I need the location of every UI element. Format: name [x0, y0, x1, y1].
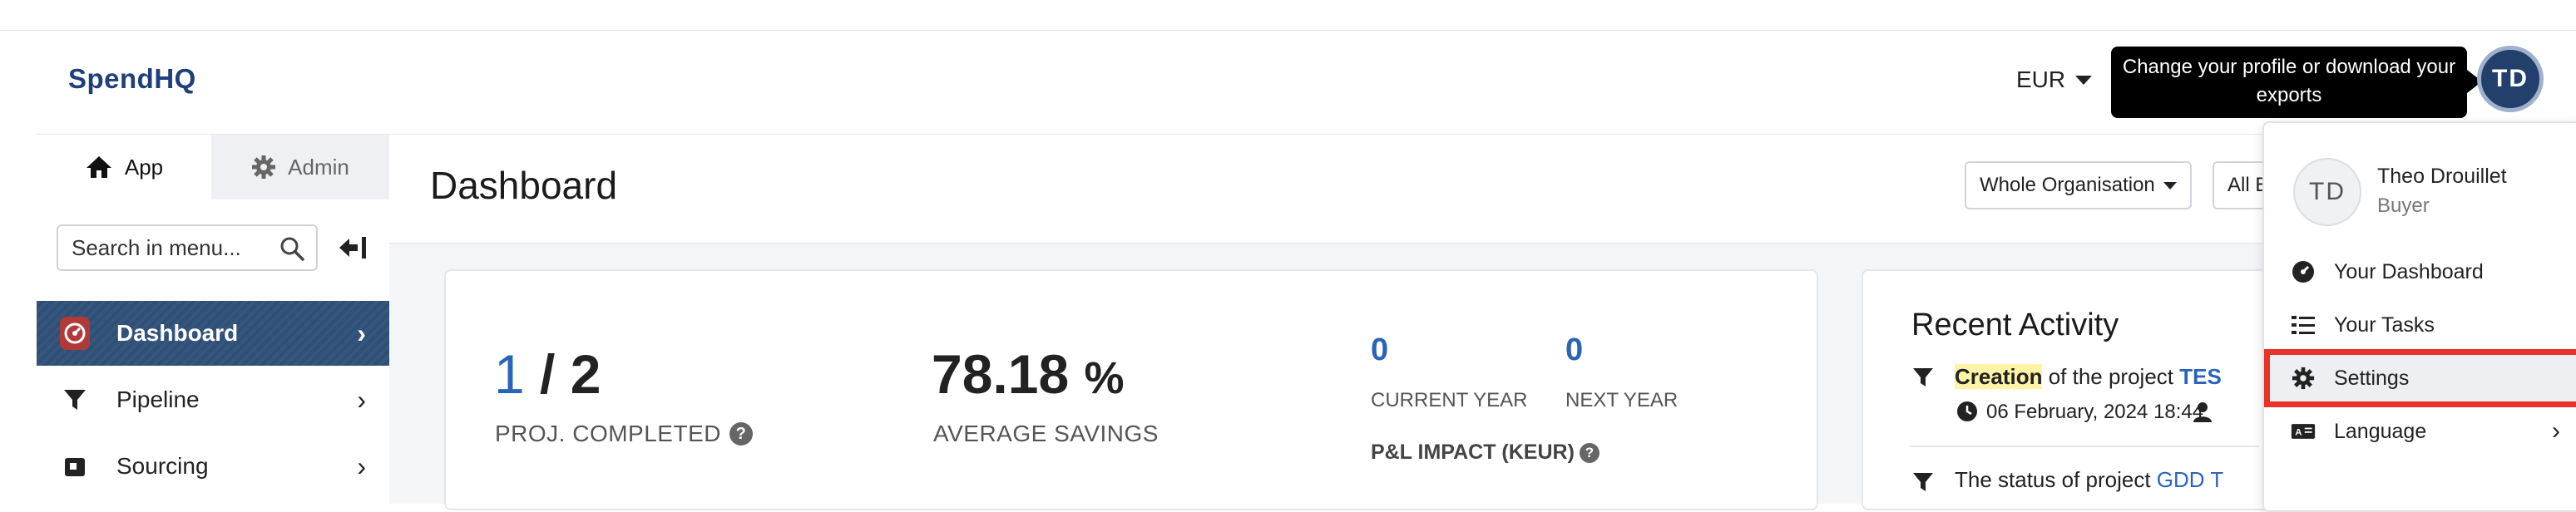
menu-item-label: Settings	[2334, 366, 2410, 390]
home-icon	[86, 156, 111, 178]
sidebar-item-label: Pipeline	[116, 386, 200, 412]
average-savings-unit: %	[1084, 353, 1125, 403]
filter-icon	[60, 385, 90, 415]
filter-icon	[1913, 368, 1933, 386]
menu-search-placeholder: Search in menu...	[72, 234, 241, 260]
tab-app-label: App	[124, 154, 164, 180]
sidebar-tabs: App Admin	[37, 135, 389, 199]
sidebar-item-dashboard[interactable]: Dashboard ›	[37, 301, 389, 366]
organisation-filter[interactable]: Whole Organisation	[1965, 161, 2192, 209]
pl-impact-label: P&L IMPACT (KEUR) ?	[1371, 441, 1599, 465]
tab-app[interactable]: App	[37, 135, 211, 199]
user-name: Theo Drouillet	[2377, 165, 2507, 188]
user-role: Buyer	[2377, 194, 2430, 217]
user-icon	[2193, 402, 2212, 422]
dropdown-avatar: TD	[2293, 158, 2361, 226]
svg-text:A: A	[2295, 427, 2302, 437]
spendhq-logo[interactable]: SpendHQ	[68, 63, 196, 95]
chevron-right-icon: ›	[357, 384, 366, 415]
page-title: Dashboard	[430, 164, 618, 207]
language-icon: A	[2291, 419, 2316, 444]
activity-text: of the project	[2042, 364, 2180, 389]
projects-completed-value: 1 / 2	[494, 342, 601, 406]
sidebar-item-label: Sourcing	[116, 453, 209, 479]
menu-search-input[interactable]: Search in menu...	[57, 224, 318, 271]
caret-down-icon	[2075, 75, 2093, 85]
projects-completed-label: PROJ. COMPLETED ?	[495, 421, 753, 447]
caret-down-icon	[2163, 181, 2177, 190]
help-icon[interactable]: ?	[1579, 442, 1599, 463]
currency-selector[interactable]: EUR	[2016, 66, 2093, 93]
gear-icon	[2291, 366, 2316, 391]
chevron-right-icon: ›	[2552, 417, 2560, 445]
activity-entry-2: The status of project GDD T	[1955, 467, 2223, 493]
menu-item-label: Your Dashboard	[2334, 259, 2484, 283]
average-savings-number: 78.18	[932, 343, 1070, 405]
pl-current-year-label: CURRENT YEAR	[1371, 389, 1528, 411]
menu-item-your-tasks[interactable]: Your Tasks	[2267, 299, 2576, 351]
dashboard-gauge-icon	[60, 317, 90, 350]
filter-icon	[1913, 473, 1933, 491]
activity-entry-1: Creation of the project TES	[1955, 364, 2222, 390]
tasks-list-icon	[2291, 313, 2316, 337]
user-avatar-button[interactable]: TD	[2477, 46, 2544, 112]
pl-current-year-value: 0	[1371, 332, 1389, 367]
currency-label: EUR	[2016, 66, 2066, 92]
average-savings-value: 78.18 %	[932, 342, 1125, 406]
tab-admin-label: Admin	[288, 154, 349, 180]
menu-item-settings[interactable]: Settings	[2264, 349, 2576, 407]
sidebar-item-label: Dashboard	[116, 320, 239, 346]
menu-item-label: Language	[2334, 419, 2427, 443]
menu-item-label: Your Tasks	[2334, 313, 2435, 337]
completed-separator: /	[524, 343, 571, 405]
chevron-right-icon: ›	[357, 318, 366, 348]
pl-next-year-value: 0	[1565, 332, 1584, 367]
sourcing-icon	[60, 451, 90, 481]
menu-item-your-dashboard[interactable]: Your Dashboard	[2267, 246, 2576, 298]
sidebar-item-pipeline[interactable]: Pipeline ›	[37, 367, 389, 432]
activity-project-link[interactable]: TES	[2179, 364, 2222, 389]
activity-date: 06 February, 2024 18:44	[1986, 401, 2204, 423]
dashboard-gauge-icon	[2291, 259, 2316, 284]
tab-admin[interactable]: Admin	[211, 135, 389, 199]
activity-text: The status of project	[1955, 467, 2157, 492]
profile-tooltip: Change your profile or download your exp…	[2111, 47, 2482, 118]
projects-completed-label-text: PROJ. COMPLETED	[495, 421, 721, 446]
organisation-filter-label: Whole Organisation	[1980, 174, 2155, 196]
collapse-sidebar-icon[interactable]	[336, 233, 369, 263]
activity-divider	[1910, 446, 2259, 447]
activity-type: Creation	[1955, 364, 2043, 389]
pl-impact-label-text: P&L IMPACT (KEUR)	[1371, 441, 1575, 464]
completed-total: 2	[570, 343, 601, 405]
gear-icon	[252, 155, 276, 179]
completed-count: 1	[494, 343, 525, 405]
menu-item-language[interactable]: A Language ›	[2267, 406, 2576, 457]
recent-activity-title: Recent Activity	[1911, 308, 2119, 342]
average-savings-label-text: AVERAGE SAVINGS	[933, 421, 1159, 446]
activity-project-link[interactable]: GDD T	[2157, 467, 2223, 492]
chevron-right-icon: ›	[357, 450, 366, 481]
clock-icon	[1957, 401, 1977, 421]
average-savings-label: AVERAGE SAVINGS	[933, 421, 1159, 447]
pl-next-year-label: NEXT YEAR	[1565, 389, 1679, 411]
search-icon[interactable]	[279, 236, 304, 261]
help-icon[interactable]: ?	[729, 422, 753, 446]
sidebar-item-sourcing[interactable]: Sourcing ›	[37, 434, 389, 499]
